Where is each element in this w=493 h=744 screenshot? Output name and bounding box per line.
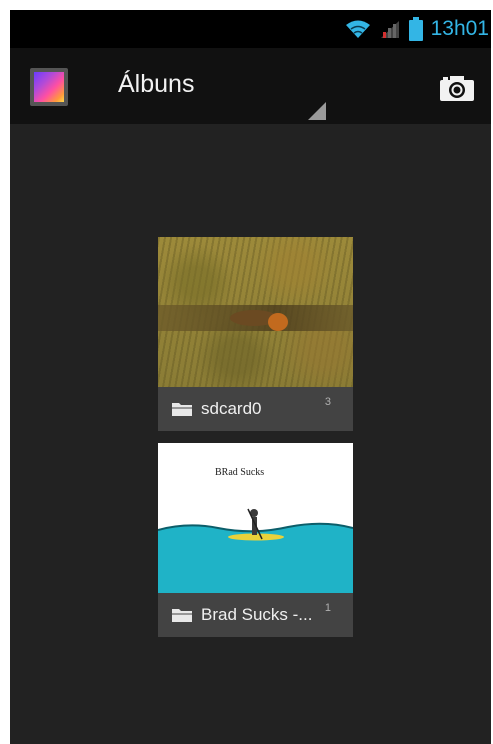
clock: 13h01 bbox=[430, 17, 489, 40]
camera-button[interactable] bbox=[433, 66, 481, 110]
gallery-app-icon[interactable] bbox=[30, 68, 68, 106]
gallery-screen: 13h01 Álbuns sdcard0 3 BRad Sucks Brad S… bbox=[10, 10, 491, 744]
action-bar: Álbuns bbox=[10, 48, 491, 124]
album-art-image: BRad Sucks bbox=[158, 443, 353, 593]
action-bar-title: Álbuns bbox=[118, 70, 195, 98]
folder-icon bbox=[172, 609, 192, 622]
camera-icon bbox=[440, 76, 474, 101]
album-thumbnail-lion[interactable] bbox=[158, 237, 353, 387]
album-label-bar: sdcard0 3 bbox=[158, 387, 353, 431]
album-name: Brad Sucks -... bbox=[201, 605, 313, 624]
album-tile[interactable]: BRad Sucks Brad Sucks -... 1 bbox=[158, 443, 353, 637]
album-name: sdcard0 bbox=[201, 399, 262, 418]
folder-icon bbox=[172, 403, 192, 416]
album-count: 1 bbox=[324, 602, 331, 614]
album-thumbnail-brad-sucks[interactable]: BRad Sucks bbox=[158, 443, 353, 593]
album-tile[interactable]: sdcard0 3 bbox=[158, 237, 353, 431]
album-label-bar: Brad Sucks -... 1 bbox=[158, 593, 353, 637]
view-selector-dropdown[interactable]: Álbuns bbox=[110, 66, 330, 120]
wifi-icon bbox=[345, 20, 370, 38]
signal-icon bbox=[380, 21, 399, 38]
dropdown-indicator-icon bbox=[308, 102, 326, 120]
album-count: 3 bbox=[324, 396, 331, 408]
status-bar: 13h01 bbox=[10, 10, 491, 48]
status-icons: 13h01 bbox=[345, 10, 489, 48]
album-art-caption: BRad Sucks bbox=[215, 467, 264, 478]
battery-icon bbox=[408, 17, 423, 41]
